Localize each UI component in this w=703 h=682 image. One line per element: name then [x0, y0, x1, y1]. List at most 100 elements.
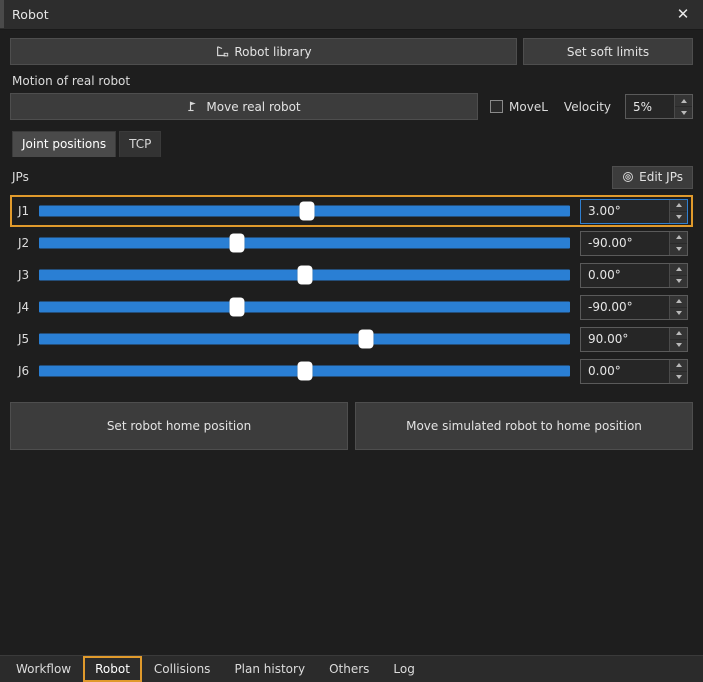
joint-spin-arrows-j4 — [669, 296, 687, 319]
robot-library-label: Robot library — [234, 46, 311, 58]
edit-jps-button[interactable]: Edit JPs — [612, 166, 693, 189]
robot-library-button[interactable]: Robot library — [10, 38, 517, 65]
edit-jps-label: Edit JPs — [639, 171, 683, 183]
joint-decrement-j3[interactable] — [670, 276, 687, 287]
joint-increment-j1[interactable] — [670, 200, 687, 212]
bottom-tab-workflow[interactable]: Workflow — [4, 656, 83, 682]
movel-checkbox[interactable]: MoveL — [490, 100, 548, 114]
joint-slider-j6[interactable] — [39, 360, 570, 382]
joint-slider-handle-j2[interactable] — [230, 234, 245, 253]
joint-spinbox-j6[interactable]: 0.00° — [580, 359, 688, 384]
joint-slider-j4[interactable] — [39, 296, 570, 318]
joint-value-j4[interactable]: -90.00° — [581, 296, 669, 319]
joint-row-j4[interactable]: J4 -90.00° — [10, 291, 693, 323]
tab-tcp[interactable]: TCP — [119, 131, 161, 157]
joint-decrement-j6[interactable] — [670, 372, 687, 383]
jps-title: JPs — [12, 170, 29, 184]
home-position-row: Set robot home position Move simulated r… — [10, 402, 693, 450]
joint-row-j2[interactable]: J2 -90.00° — [10, 227, 693, 259]
joint-increment-j6[interactable] — [670, 360, 687, 372]
joint-slider-track-j4 — [39, 302, 570, 313]
joint-value-j2[interactable]: -90.00° — [581, 232, 669, 255]
set-soft-limits-label: Set soft limits — [567, 46, 649, 58]
velocity-spinbox[interactable]: 5% — [625, 94, 693, 119]
set-robot-home-position-button[interactable]: Set robot home position — [10, 402, 348, 450]
joint-label-j6: J6 — [15, 364, 39, 378]
titlebar-accent-strip — [0, 0, 4, 28]
move-simulated-robot-home-button[interactable]: Move simulated robot to home position — [355, 402, 693, 450]
joint-spin-arrows-j2 — [669, 232, 687, 255]
velocity-label: Velocity — [564, 100, 611, 114]
bottom-tab-robot-label: Robot — [95, 662, 130, 676]
joint-slider-track-j5 — [39, 334, 570, 345]
tab-joint-positions[interactable]: Joint positions — [12, 131, 116, 157]
move-real-robot-label: Move real robot — [206, 101, 300, 113]
joint-decrement-j1[interactable] — [670, 212, 687, 223]
joint-label-j2: J2 — [15, 236, 39, 250]
joint-slider-handle-j3[interactable] — [297, 266, 312, 285]
joint-label-j1: J1 — [15, 204, 39, 218]
joint-spinbox-j2[interactable]: -90.00° — [580, 231, 688, 256]
jps-header: JPs Edit JPs — [12, 165, 693, 189]
joint-spinbox-j5[interactable]: 90.00° — [580, 327, 688, 352]
joint-increment-j2[interactable] — [670, 232, 687, 244]
velocity-spin-arrows — [674, 95, 692, 118]
joint-slider-handle-j6[interactable] — [297, 362, 312, 381]
joint-decrement-j4[interactable] — [670, 308, 687, 319]
bottom-tab-plan-history[interactable]: Plan history — [222, 656, 317, 682]
joint-value-j5[interactable]: 90.00° — [581, 328, 669, 351]
joint-spinbox-j3[interactable]: 0.00° — [580, 263, 688, 288]
target-gear-icon — [622, 171, 634, 183]
bottom-tab-collisions-label: Collisions — [154, 662, 211, 676]
joint-row-j1[interactable]: J1 3.00° — [10, 195, 693, 227]
move-real-robot-button[interactable]: Move real robot — [10, 93, 478, 120]
joint-value-j6[interactable]: 0.00° — [581, 360, 669, 383]
bottom-tab-log-label: Log — [393, 662, 414, 676]
joint-slider-handle-j5[interactable] — [358, 330, 373, 349]
titlebar: Robot ✕ — [0, 0, 703, 30]
joint-spin-arrows-j3 — [669, 264, 687, 287]
joint-increment-j3[interactable] — [670, 264, 687, 276]
robot-arm-icon — [215, 45, 229, 59]
joint-spin-arrows-j6 — [669, 360, 687, 383]
joint-row-j3[interactable]: J3 0.00° — [10, 259, 693, 291]
velocity-increment-button[interactable] — [675, 95, 692, 107]
velocity-decrement-button[interactable] — [675, 107, 692, 118]
joint-increment-j4[interactable] — [670, 296, 687, 308]
bottom-tab-collisions[interactable]: Collisions — [142, 656, 223, 682]
set-robot-home-position-label: Set robot home position — [107, 420, 251, 432]
tab-tcp-label: TCP — [129, 137, 151, 151]
joint-slider-j3[interactable] — [39, 264, 570, 286]
tab-joint-positions-label: Joint positions — [22, 137, 106, 151]
bottom-tab-workflow-label: Workflow — [16, 662, 71, 676]
joint-spinbox-j1[interactable]: 3.00° — [580, 199, 688, 224]
joint-slider-list: J1 3.00° J2 — [10, 195, 693, 387]
joint-slider-j2[interactable] — [39, 232, 570, 254]
panel-content: Robot library Set soft limits Motion of … — [0, 30, 703, 655]
bottom-tab-log[interactable]: Log — [381, 656, 426, 682]
joint-row-j5[interactable]: J5 90.00° — [10, 323, 693, 355]
bottom-tab-robot[interactable]: Robot — [83, 656, 142, 682]
joint-label-j3: J3 — [15, 268, 39, 282]
close-icon[interactable]: ✕ — [663, 1, 703, 29]
joint-decrement-j2[interactable] — [670, 244, 687, 255]
joint-spinbox-j4[interactable]: -90.00° — [580, 295, 688, 320]
joint-slider-track-j2 — [39, 238, 570, 249]
set-soft-limits-button[interactable]: Set soft limits — [523, 38, 693, 65]
joint-slider-handle-j4[interactable] — [230, 298, 245, 317]
velocity-value[interactable]: 5% — [626, 95, 674, 118]
joint-value-j3[interactable]: 0.00° — [581, 264, 669, 287]
joint-increment-j5[interactable] — [670, 328, 687, 340]
joint-slider-j1[interactable] — [39, 200, 570, 222]
joint-decrement-j5[interactable] — [670, 340, 687, 351]
bottom-tab-plan-history-label: Plan history — [234, 662, 305, 676]
joint-slider-handle-j1[interactable] — [300, 202, 315, 221]
joint-value-j1[interactable]: 3.00° — [581, 200, 669, 223]
bottom-tab-others[interactable]: Others — [317, 656, 381, 682]
library-row: Robot library Set soft limits — [10, 38, 693, 65]
motion-row: Move real robot MoveL Velocity 5% — [10, 93, 693, 120]
joint-slider-j5[interactable] — [39, 328, 570, 350]
joint-row-j6[interactable]: J6 0.00° — [10, 355, 693, 387]
joint-label-j5: J5 — [15, 332, 39, 346]
joint-spin-arrows-j5 — [669, 328, 687, 351]
